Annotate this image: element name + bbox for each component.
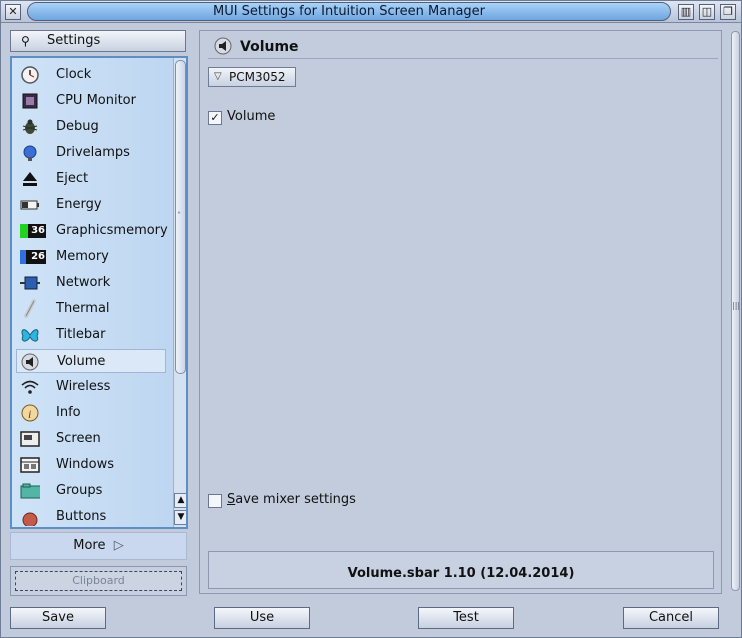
graphics-memory-icon: 36 (20, 222, 46, 240)
list-item-label: Titlebar (56, 327, 106, 342)
more-label: More (73, 538, 106, 553)
speaker-icon (21, 353, 41, 371)
grip-icon[interactable]: ||| (732, 301, 740, 310)
use-button[interactable]: Use (214, 607, 310, 629)
chevron-right-icon: ▷ (109, 538, 124, 553)
list-item-label: Drivelamps (56, 145, 130, 160)
list-item-debug[interactable]: Debug (16, 115, 166, 139)
iconify-icon[interactable]: ▥ (678, 4, 694, 20)
list-item-label: Thermal (56, 301, 110, 316)
wifi-icon (20, 378, 40, 396)
dropdown-triangle-icon: ▽ (214, 71, 222, 82)
save-button[interactable]: Save (10, 607, 106, 629)
panel-scrollbar[interactable] (731, 31, 740, 591)
clipboard-label: Clipboard (15, 571, 182, 591)
list-item-graphicsmemory[interactable]: 36 Graphicsmemory (16, 219, 168, 243)
panel-title: Volume (240, 39, 299, 55)
list-item-label: Memory (56, 249, 109, 264)
module-panel: Volume ▽ PCM3052 ✓ Volume Save mixer set… (199, 30, 722, 594)
list-item-screen[interactable]: Screen (16, 427, 166, 451)
button-icon (20, 508, 40, 526)
list-item-label: Info (56, 405, 81, 420)
list-item-label: Screen (56, 431, 101, 446)
cancel-button[interactable]: Cancel (623, 607, 719, 629)
list-item-network[interactable]: Network (16, 271, 166, 295)
list-item-label: Wireless (56, 379, 111, 394)
list-item-label: Buttons (56, 509, 107, 524)
list-item-drivelamps[interactable]: Drivelamps (16, 141, 166, 165)
panel-header: Volume (208, 37, 718, 59)
memory-icon: 26 (20, 248, 46, 266)
clipboard-button[interactable]: Clipboard (10, 566, 187, 596)
device-dropdown[interactable]: ▽ PCM3052 (208, 67, 296, 87)
settings-label: Settings (47, 33, 101, 48)
list-item-label: CPU Monitor (56, 93, 136, 108)
list-item-label: Graphicsmemory (56, 223, 168, 238)
list-item-label: Clock (56, 67, 92, 82)
speaker-icon (214, 37, 234, 61)
network-icon (20, 274, 40, 292)
about-box: Volume.sbar 1.10 (12.04.2014) (208, 551, 714, 589)
depth-icon[interactable]: ❐ (720, 4, 736, 20)
graphicsmemory-badge: 36 (31, 225, 45, 236)
list-item-volume[interactable]: Volume (16, 349, 166, 373)
list-item-label: Windows (56, 457, 115, 472)
list-item-label: Network (56, 275, 111, 290)
zoom-icon[interactable]: ◫ (699, 4, 715, 20)
list-item-info[interactable]: i Info (16, 401, 166, 425)
about-title: Volume.sbar 1.10 (12.04.2014) (347, 566, 575, 581)
list-item-label: Energy (56, 197, 102, 212)
volume-checkbox[interactable]: ✓ (208, 111, 222, 125)
list-item-clock[interactable]: Clock (16, 63, 166, 87)
windows-icon (20, 456, 40, 474)
battery-icon (20, 196, 40, 214)
lamp-icon (20, 144, 40, 162)
list-item-memory[interactable]: 26 Memory (16, 245, 166, 269)
eject-icon (20, 170, 40, 188)
list-item-label: Groups (56, 483, 103, 498)
list-item-label: Volume (57, 354, 106, 369)
list-item-titlebar[interactable]: Titlebar (16, 323, 166, 347)
scroll-down-icon[interactable]: ▼ (174, 510, 186, 525)
list-item-groups[interactable]: Groups (16, 479, 166, 503)
close-icon[interactable]: ✕ (5, 4, 21, 20)
thermometer-icon (20, 299, 40, 318)
list-scrollbar[interactable]: ▲ ▼ (173, 58, 186, 527)
module-list[interactable]: Clock CPU Monitor Debug Drivelamps Eject (10, 56, 188, 529)
device-label: PCM3052 (229, 70, 286, 84)
list-item-eject[interactable]: Eject (16, 167, 166, 191)
test-button[interactable]: Test (418, 607, 514, 629)
cpu-icon (20, 92, 40, 110)
folder-icon (20, 482, 40, 500)
list-item-label: Debug (56, 119, 99, 134)
search-icon: ⚲ (21, 34, 30, 48)
butterfly-icon (20, 326, 40, 344)
info-icon: i (20, 404, 40, 422)
screen-icon (20, 430, 40, 448)
bug-icon (20, 118, 40, 136)
save-mixer-label: Save mixer settings (227, 492, 356, 507)
list-item-wireless[interactable]: Wireless (16, 375, 166, 399)
memory-badge: 26 (31, 251, 45, 262)
window: ✕ MUI Settings for Intuition Screen Mana… (0, 0, 742, 638)
title-bar[interactable]: ✕ MUI Settings for Intuition Screen Mana… (1, 1, 741, 23)
list-item-cpu-monitor[interactable]: CPU Monitor (16, 89, 166, 113)
volume-checkbox-label: Volume (227, 109, 276, 124)
list-item-windows[interactable]: Windows (16, 453, 166, 477)
list-item-buttons[interactable]: Buttons (16, 505, 166, 527)
clock-icon (20, 66, 40, 84)
list-item-energy[interactable]: Energy (16, 193, 166, 217)
scroll-up-icon[interactable]: ▲ (174, 493, 186, 508)
window-title: MUI Settings for Intuition Screen Manage… (27, 2, 671, 21)
left-grip-icon[interactable]: ˄ (177, 211, 181, 220)
list-item-label: Eject (56, 171, 89, 186)
more-button[interactable]: More ▷ (10, 532, 187, 560)
save-mixer-checkbox[interactable] (208, 494, 222, 508)
svg-text:i: i (28, 407, 31, 421)
settings-button[interactable]: ⚲ Settings (10, 30, 186, 52)
list-item-thermal[interactable]: Thermal (16, 297, 166, 321)
